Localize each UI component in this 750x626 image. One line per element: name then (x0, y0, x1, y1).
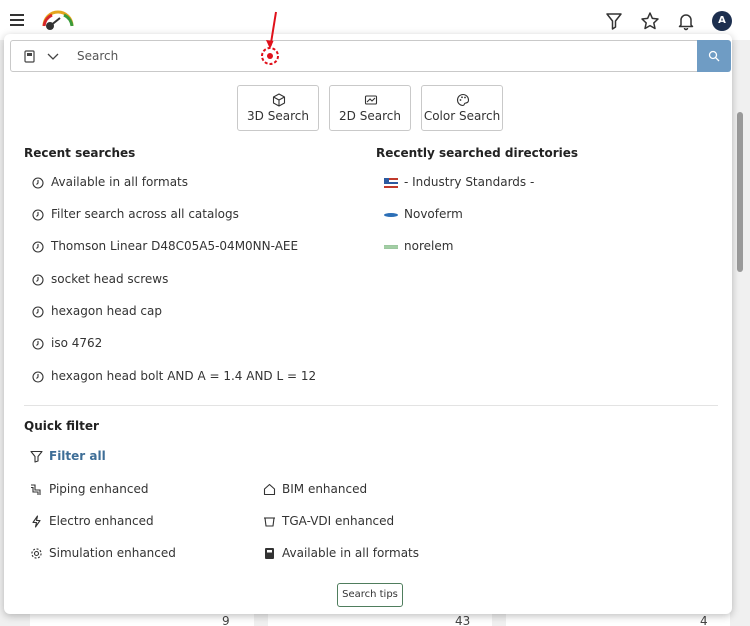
funnel-icon[interactable] (604, 11, 624, 31)
catalog-icon (265, 548, 274, 559)
search-input[interactable] (77, 45, 687, 67)
cube-icon (272, 93, 286, 107)
2d-search-button[interactable]: 2D Search (329, 85, 411, 131)
background-card (30, 612, 254, 626)
hamburger-icon[interactable] (10, 14, 24, 26)
filter-all-label: Filter all (49, 449, 106, 463)
history-icon (32, 241, 44, 253)
catalog-icon[interactable] (24, 50, 36, 63)
recent-directory-label: norelem (404, 239, 454, 253)
house-icon (263, 483, 276, 496)
recent-search-label: hexagon head bolt AND A = 1.4 AND L = 12 (51, 369, 317, 383)
search-bar (10, 40, 731, 72)
history-icon (32, 306, 44, 318)
star-icon[interactable] (640, 11, 660, 31)
section-divider (24, 405, 718, 406)
background-count: 4 (700, 614, 708, 626)
3d-search-button[interactable]: 3D Search (237, 85, 319, 131)
quick-filter-label: Electro enhanced (49, 514, 154, 528)
search-icon (708, 50, 720, 62)
recent-directories-title: Recently searched directories (376, 146, 579, 160)
scrollbar-thumb[interactable] (737, 112, 743, 272)
piping-icon (31, 484, 41, 495)
hvac-icon (264, 517, 275, 527)
history-icon (32, 209, 44, 221)
recent-directory-label: - Industry Standards - (404, 175, 535, 189)
lightning-icon (32, 515, 41, 528)
recent-search-label: hexagon head cap (51, 304, 162, 318)
recent-search-label: Filter search across all catalogs (51, 207, 239, 221)
gauge-logo-icon[interactable] (40, 10, 76, 30)
quick-filter-label: Available in all formats (282, 546, 420, 560)
color-search-button[interactable]: Color Search (421, 85, 503, 131)
history-icon (32, 177, 44, 189)
quick-filter-label: Simulation enhanced (49, 546, 176, 560)
recent-search-label: iso 4762 (51, 336, 103, 350)
drawing-icon (364, 95, 378, 105)
history-icon (32, 371, 44, 383)
norelem-logo-icon (384, 245, 398, 249)
search-button[interactable] (697, 40, 731, 72)
user-avatar[interactable]: A (712, 11, 732, 31)
bell-icon[interactable] (676, 11, 696, 31)
recent-search-label: Available in all formats (51, 175, 189, 189)
recent-searches-title: Recent searches (24, 146, 136, 160)
chevron-down-icon[interactable] (47, 51, 59, 61)
quick-filter-label: TGA-VDI enhanced (282, 514, 395, 528)
pointer-arrow-icon (261, 11, 279, 65)
flag-grid-icon (384, 178, 398, 188)
background-count: 43 (455, 614, 471, 626)
background-card (506, 612, 730, 626)
palette-icon (457, 93, 470, 107)
quick-filter-label: BIM enhanced (282, 482, 368, 496)
recent-search-label: socket head screws (51, 272, 169, 286)
quick-filter-title: Quick filter (24, 419, 99, 433)
color-search-label: Color Search (423, 109, 501, 123)
funnel-icon (30, 450, 43, 463)
recent-directory-label: Novoferm (404, 207, 463, 221)
recent-search-label: Thomson Linear D48C05A5-04M0NN-AEE (51, 239, 299, 253)
background-count: 9 (222, 614, 230, 626)
quick-filter-label: Piping enhanced (49, 482, 149, 496)
3d-search-label: 3D Search (247, 109, 309, 123)
2d-search-label: 2D Search (339, 109, 401, 123)
history-icon (32, 338, 44, 350)
gear-icon (31, 548, 42, 559)
search-tips-button[interactable]: Search tips (337, 583, 403, 607)
novoferm-logo-icon (384, 213, 398, 217)
history-icon (32, 274, 44, 286)
